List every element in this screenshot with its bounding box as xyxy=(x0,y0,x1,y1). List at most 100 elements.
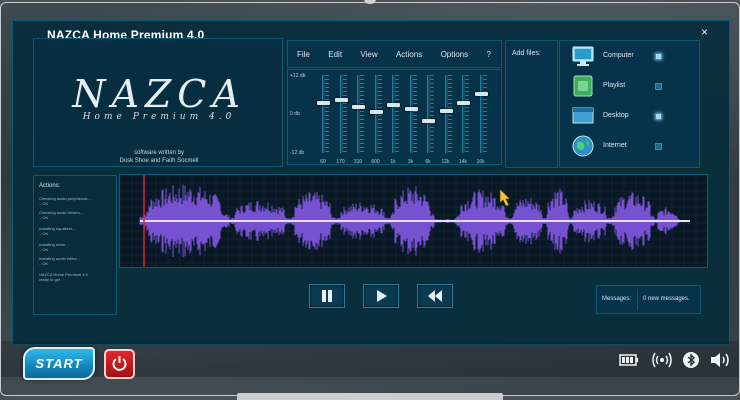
eq-tick-label: 0 db xyxy=(290,111,300,117)
menu-item-file[interactable]: File xyxy=(297,50,310,59)
menu-item-options[interactable]: Options xyxy=(441,50,469,59)
credit-line: software written by xyxy=(133,150,185,156)
eq-band-slider[interactable]: 170 xyxy=(332,75,350,165)
credit-text: software written by Dusk Shoe and Faith … xyxy=(54,149,264,165)
eq-knob[interactable] xyxy=(439,108,453,113)
destination-computer[interactable]: Computer xyxy=(568,45,693,71)
equalizer-panel: +12 db 0 db -12 db 60 170 310 600 1k 3k 6k 12k 1… xyxy=(287,69,502,165)
device-bottom-stand xyxy=(237,393,503,400)
destination-radio[interactable] xyxy=(655,83,662,90)
menu-bar: File Edit View Actions Options ? xyxy=(287,40,502,68)
pause-icon xyxy=(322,290,332,302)
monitor-icon xyxy=(572,46,594,66)
eq-knob[interactable] xyxy=(317,101,330,106)
eq-knob[interactable] xyxy=(387,103,400,108)
playlist-icon xyxy=(573,75,593,97)
volume-icon[interactable] xyxy=(709,351,731,369)
logo-subtitle: Home Premium 4.0 xyxy=(82,112,236,122)
log-entry: Checking audio peripherals... ...OK xyxy=(39,196,114,206)
start-button[interactable]: START xyxy=(23,347,95,380)
eq-scale xyxy=(325,75,329,153)
eq-scale xyxy=(360,75,364,153)
menu-item-actions[interactable]: Actions xyxy=(396,50,422,59)
destination-radio[interactable] xyxy=(655,113,662,120)
destination-internet[interactable]: Internet xyxy=(568,135,693,161)
eq-scale xyxy=(412,75,417,153)
battery-icon[interactable] xyxy=(619,351,639,369)
eq-knob[interactable] xyxy=(334,97,348,102)
logo-panel: NAZCA Home Premium 4.0 software written … xyxy=(33,38,283,167)
log-entry: Installing equalizer... ...OK xyxy=(39,226,114,236)
bluetooth-icon[interactable] xyxy=(682,351,700,369)
log-line: ...OK xyxy=(39,215,49,220)
power-button[interactable] xyxy=(104,349,135,379)
destination-label: Playlist xyxy=(603,82,626,89)
destination-playlist[interactable]: Playlist xyxy=(568,75,693,101)
eq-knob[interactable] xyxy=(457,101,470,106)
menu-item-edit[interactable]: Edit xyxy=(328,50,342,59)
eq-band-slider[interactable]: 600 xyxy=(367,75,385,165)
log-line: ...OK xyxy=(39,247,49,252)
logo-wordmark: NAZCA xyxy=(72,72,246,116)
divider xyxy=(637,289,638,310)
destination-label: Computer xyxy=(603,52,634,59)
eq-tick-label: -12 db xyxy=(290,150,305,156)
eq-band-slider[interactable]: 1k xyxy=(384,75,402,165)
eq-band-slider[interactable]: 60 xyxy=(314,75,332,165)
credit-line: Dusk Shoe and Faith Socmell xyxy=(119,158,199,164)
rewind-icon xyxy=(428,290,442,302)
eq-band-slider[interactable]: 3k xyxy=(402,75,420,165)
mouse-cursor xyxy=(499,188,511,207)
rewind-button[interactable] xyxy=(417,284,453,308)
eq-scale xyxy=(447,75,452,153)
pause-button[interactable] xyxy=(309,284,345,308)
messages-panel: Messages: 0 new messages. xyxy=(596,285,701,314)
eq-band-slider[interactable]: 14k xyxy=(454,75,472,165)
log-entry: NAZCA Home Premium 4.0 ready to go! xyxy=(39,272,114,282)
eq-knob[interactable] xyxy=(352,105,365,109)
eq-knob[interactable] xyxy=(474,92,488,97)
eq-scale xyxy=(482,75,487,153)
destination-radio[interactable] xyxy=(655,143,662,150)
play-button[interactable] xyxy=(363,284,399,308)
globe-icon xyxy=(572,135,594,157)
close-button[interactable]: × xyxy=(701,25,708,39)
eq-band-slider[interactable]: 6k xyxy=(419,75,437,165)
eq-band-slider[interactable]: 310 xyxy=(349,75,367,165)
eq-knob[interactable] xyxy=(369,110,383,115)
wireless-icon[interactable] xyxy=(652,351,672,369)
eq-band-slider[interactable]: 16k xyxy=(472,75,490,165)
eq-knob[interactable] xyxy=(422,119,435,124)
eq-knob[interactable] xyxy=(404,106,418,111)
waveform-panel[interactable] xyxy=(119,174,708,268)
log-line: ready to go! xyxy=(39,277,61,282)
play-icon xyxy=(377,290,387,302)
eq-scale xyxy=(465,75,469,153)
eq-scale xyxy=(430,75,434,153)
eq-scale xyxy=(395,75,399,153)
messages-text[interactable]: 0 new messages. xyxy=(643,296,690,302)
power-icon xyxy=(112,356,127,371)
log-entry: Installing mixer... ...OK xyxy=(39,242,114,252)
add-files-label: Add files: xyxy=(512,50,541,57)
desktop-icon xyxy=(572,107,594,124)
eq-band-label: 16k xyxy=(476,159,485,165)
eq-tick-label: +12 db xyxy=(290,73,306,79)
log-line: ...OK xyxy=(39,261,49,266)
log-entry: Installing audio editor... ...OK xyxy=(39,256,114,266)
log-line: ...OK xyxy=(39,201,49,206)
actions-panel: Actions: Checking audio peripherals.....… xyxy=(33,175,117,315)
actions-title: Actions: xyxy=(39,183,61,189)
destination-label: Internet xyxy=(603,142,627,149)
eq-band-slider[interactable]: 12k xyxy=(437,75,455,165)
log-entry: Checking audio drivers... ...OK xyxy=(39,210,114,220)
menu-item-view[interactable]: View xyxy=(360,50,377,59)
destination-label: Desktop xyxy=(603,112,629,119)
menu-item-help[interactable]: ? xyxy=(487,50,491,59)
destination-desktop[interactable]: Desktop xyxy=(568,105,693,131)
device-bezel: NAZCA Home Premium 4.0 × NAZCA Home Prem… xyxy=(0,2,740,396)
waveform-display[interactable] xyxy=(120,175,707,267)
eq-scale xyxy=(342,75,347,153)
destination-radio[interactable] xyxy=(655,53,662,60)
messages-label: Messages: xyxy=(602,296,632,302)
